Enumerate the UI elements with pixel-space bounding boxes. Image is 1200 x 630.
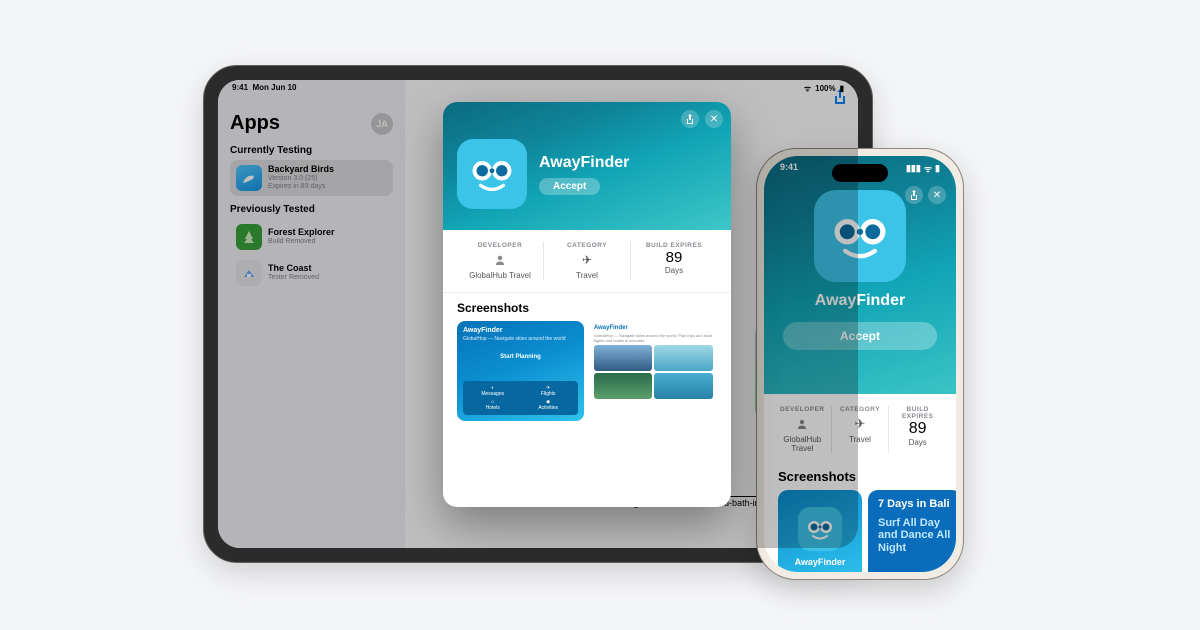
tile-value: 89 — [635, 249, 713, 266]
tile-developer: DEVELOPER GlobalHub Travel — [774, 406, 832, 453]
close-icon[interactable]: ✕ — [928, 186, 946, 204]
avatar[interactable]: JA — [371, 113, 393, 135]
tile-developer: DEVELOPER GlobalHub Travel — [457, 242, 544, 280]
screenshots-heading: Screenshots — [764, 465, 956, 490]
tile-label: CATEGORY — [548, 242, 626, 249]
sidebar-app-the-coast[interactable]: The Coast Tester Removed — [230, 255, 393, 291]
shot-cta: Start Planning — [463, 354, 578, 360]
tile-value: Travel — [834, 435, 887, 444]
iphone-hero: ✕ AwayFinder Accept — [764, 156, 956, 394]
share-icon[interactable] — [681, 110, 699, 128]
tile-category: CATEGORY ✈ Travel — [544, 242, 631, 280]
plane-icon: ✈ — [548, 252, 626, 268]
ipad-sidebar: Apps JA Currently Testing Backyard Birds… — [218, 80, 405, 548]
tile-label: DEVELOPER — [461, 242, 539, 249]
shot-brand: AwayFinder — [594, 325, 713, 331]
wifi-icon: ᯤ — [924, 162, 932, 175]
app-icon — [814, 190, 906, 282]
tile-expires: BUILD EXPIRES 89 Days — [631, 242, 717, 280]
person-icon — [776, 416, 829, 432]
screenshot-card[interactable]: AwayFinder — [778, 490, 862, 572]
chip-label: Activities — [538, 405, 558, 411]
tile-unit: Days — [891, 438, 944, 447]
app-icon — [798, 507, 842, 551]
info-tiles: DEVELOPER GlobalHub Travel CATEGORY ✈ Tr… — [443, 230, 731, 293]
app-name: Backyard Birds — [268, 165, 334, 175]
chip-label: Flights — [541, 391, 556, 397]
tile-unit: Days — [635, 266, 713, 275]
app-name: Forest Explorer — [268, 228, 335, 238]
shot-brand: AwayFinder — [463, 327, 578, 334]
section-currently-testing: Currently Testing — [230, 145, 393, 156]
accept-button[interactable]: Accept — [539, 178, 600, 195]
battery-icon: ▮ — [840, 84, 844, 93]
sheet-hero: ✕ AwayFinder Accept — [443, 102, 731, 230]
screenshot-card[interactable]: AwayFinder GlobalHop — Navigate skies ar… — [457, 321, 584, 421]
app-name: The Coast — [268, 264, 319, 274]
wifi-icon: ᯤ — [804, 83, 811, 94]
sidebar-app-backyard-birds[interactable]: Backyard Birds Version 3.0 (25) Expires … — [230, 160, 393, 196]
iphone-device: 9:41 ▮▮▮ ᯤ ▮ ✕ Awa — [756, 148, 964, 580]
card-title: 7 Days in Bali — [878, 498, 952, 511]
tile-label: DEVELOPER — [776, 406, 829, 413]
share-icon[interactable] — [905, 186, 923, 204]
person-icon — [461, 252, 539, 268]
sidebar-title: Apps — [230, 112, 280, 135]
app-status: Tester Removed — [268, 274, 319, 282]
app-expires: Expires in 89 days — [268, 183, 334, 191]
tile-value: GlobalHub Travel — [776, 435, 829, 453]
plane-icon: ✈ — [834, 416, 887, 432]
battery-icon: ▮ — [935, 163, 940, 174]
close-icon[interactable]: ✕ — [705, 110, 723, 128]
app-status: Build Removed — [268, 238, 335, 246]
tile-expires: BUILD EXPIRES 89 Days — [889, 406, 946, 453]
shot-tagline: GlobalHop — Navigate skies around the wo… — [463, 336, 578, 342]
screenshots-heading: Screenshots — [443, 293, 731, 321]
chip-label: Hotels — [486, 405, 500, 411]
screenshot-card[interactable]: 7 Days in Bali Surf All Day and Dance Al… — [868, 490, 956, 572]
iphone-title: AwayFinder — [815, 292, 905, 310]
forest-explorer-icon — [236, 224, 262, 250]
tile-label: CATEGORY — [834, 406, 887, 413]
sidebar-app-forest-explorer[interactable]: Forest Explorer Build Removed — [230, 219, 393, 255]
section-previously-tested: Previously Tested — [230, 204, 393, 215]
iphone-status-time: 9:41 — [780, 162, 798, 175]
accept-button[interactable]: Accept — [783, 322, 937, 350]
tile-value: GlobalHub Travel — [461, 271, 539, 280]
info-tiles: DEVELOPER GlobalHub Travel CATEGORY ✈ Tr… — [764, 394, 956, 465]
cellular-icon: ▮▮▮ — [906, 163, 921, 174]
chip-label: Messages — [481, 391, 504, 397]
tile-value: Travel — [548, 271, 626, 280]
ipad-status-time: 9:41 — [232, 83, 248, 92]
tile-value: 89 — [891, 420, 944, 438]
shot-brand: AwayFinder — [795, 557, 846, 567]
backyard-birds-icon — [236, 165, 262, 191]
dynamic-island — [832, 164, 888, 182]
screenshot-card[interactable]: AwayFinder GlobalHop — Navigate skies ar… — [590, 321, 717, 421]
app-icon — [457, 139, 527, 209]
tile-label: BUILD EXPIRES — [891, 406, 944, 420]
tile-label: BUILD EXPIRES — [635, 242, 713, 249]
tile-category: CATEGORY ✈ Travel — [832, 406, 890, 453]
sheet-title: AwayFinder — [539, 154, 629, 172]
the-coast-icon — [236, 260, 262, 286]
app-version: Version 3.0 (25) — [268, 175, 334, 183]
ipad-status-date: Mon Jun 10 — [252, 83, 296, 92]
iphone-screen: 9:41 ▮▮▮ ᯤ ▮ ✕ Awa — [764, 156, 956, 572]
card-subtitle: Surf All Day and Dance All Night — [878, 517, 952, 555]
ipad-status-bar: 9:41 Mon Jun 10 ᯤ 100% ▮ — [218, 83, 858, 94]
ipad-status-battery: 100% — [815, 84, 835, 93]
app-invite-sheet: ✕ AwayFinder Accept DEVELOP — [443, 102, 731, 507]
